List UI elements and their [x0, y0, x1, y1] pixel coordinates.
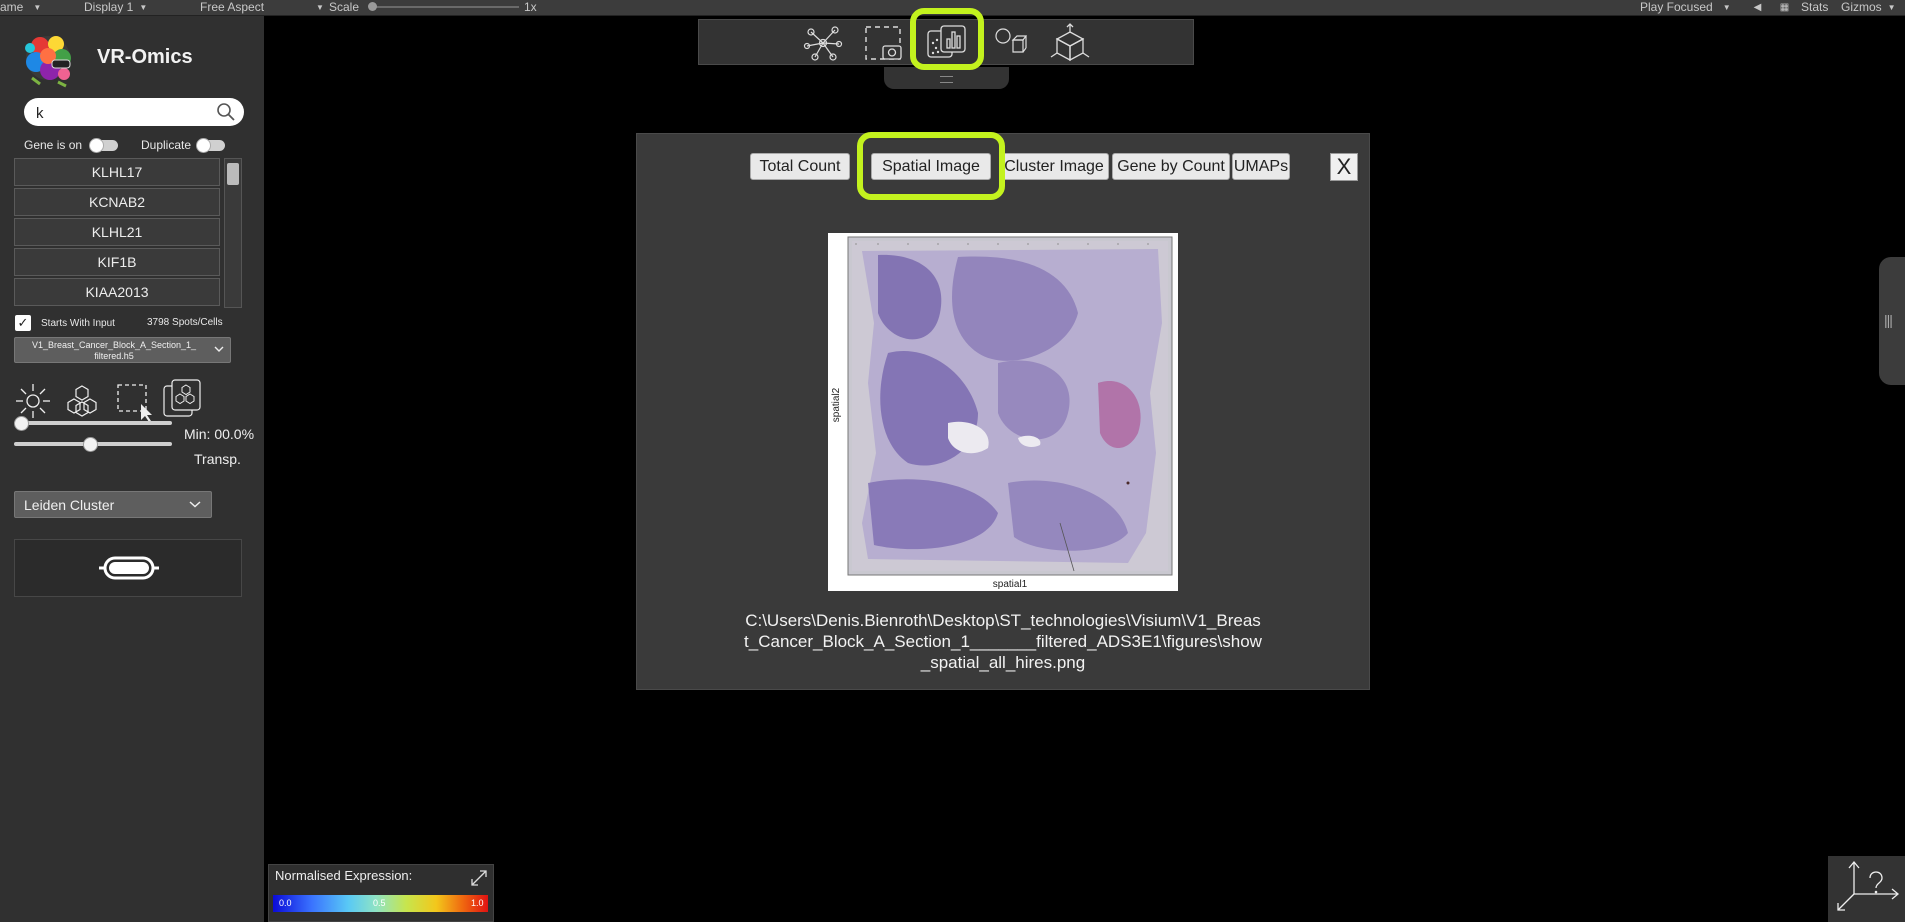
game-view-dropdown[interactable]: ame ▼	[0, 0, 41, 15]
gizmos-label: Gizmos	[1841, 0, 1882, 14]
close-button[interactable]: X	[1330, 153, 1358, 181]
sidebar: VR-Omics Gene is on Duplicate KLHL17 KCN…	[0, 16, 264, 922]
network-icon[interactable]	[803, 24, 843, 62]
gene-is-on-toggle[interactable]	[89, 138, 118, 153]
min-threshold-slider[interactable]	[14, 421, 172, 425]
gene-list-item[interactable]: KCNAB2	[14, 188, 220, 216]
starts-with-input-checkbox[interactable]: ✓	[15, 315, 31, 331]
hexagon-layers-icon[interactable]	[162, 378, 204, 418]
image-file-path: C:\Users\Denis.Bienroth\Desktop\ST_techn…	[727, 610, 1279, 673]
dataset-dropdown[interactable]: V1_Breast_Cancer_Block_A_Section_1_ filt…	[14, 337, 231, 363]
screenshot-icon[interactable]	[863, 24, 905, 62]
tab-cluster-image[interactable]: Cluster Image	[999, 153, 1109, 180]
scrollbar-thumb[interactable]	[227, 163, 239, 185]
spots-count: 3798 Spots/Cells	[147, 317, 223, 328]
shapes-icon[interactable]	[993, 26, 1027, 58]
chevron-down-icon: ▼	[1722, 3, 1731, 12]
toolbar-collapse-tab[interactable]	[884, 67, 1009, 89]
right-panel-handle[interactable]: |||	[1879, 257, 1905, 385]
game-view-label: ame	[0, 0, 24, 14]
legend-tick-min: 0.0	[279, 898, 292, 908]
display-dropdown[interactable]: Display 1 ▼	[84, 0, 147, 15]
plot-window: Total Count Spatial Image Cluster Image …	[636, 132, 1370, 690]
expression-color-scale: 0.0 0.5 1.0	[273, 895, 488, 912]
transparency-slider-handle[interactable]	[82, 437, 98, 452]
drag-handle-icon[interactable]: |||	[1884, 312, 1893, 328]
play-focused-dropdown[interactable]: Play Focused ▼	[1640, 0, 1731, 15]
display-label: Display 1	[84, 0, 134, 14]
aspect-label: Free Aspect	[200, 0, 265, 14]
scale-slider-handle[interactable]	[368, 2, 377, 11]
legend-tick-mid: 0.5	[373, 898, 386, 908]
expression-legend: Normalised Expression: 0.0 0.5 1.0	[268, 864, 494, 922]
legend-title: Normalised Expression:	[275, 868, 413, 883]
gene-list-item[interactable]: KLHL21	[14, 218, 220, 246]
toggle-knob	[89, 138, 104, 153]
gene-list-scrollbar[interactable]	[224, 158, 242, 308]
highlight-active-tab	[857, 132, 1005, 200]
gene-search-box[interactable]	[24, 98, 244, 126]
starts-with-input-label: Starts With Input	[41, 318, 115, 329]
app-title: VR-Omics	[97, 46, 193, 68]
file-path-line: C:\Users\Denis.Bienroth\Desktop\ST_techn…	[745, 611, 1261, 630]
light-icon[interactable]	[14, 382, 52, 420]
min-threshold-label: Min: 00.0%	[184, 426, 255, 442]
highlight-plots-button	[910, 8, 984, 70]
vr-mode-panel[interactable]	[14, 539, 242, 597]
chevron-down-icon	[214, 346, 224, 352]
cluster-dropdown[interactable]: Leiden Cluster	[14, 491, 212, 518]
chevron-down-icon: ▼	[316, 3, 324, 12]
gizmos-dropdown[interactable]: Gizmos ▼	[1841, 0, 1896, 15]
chevron-down-icon: ▼	[139, 3, 148, 12]
aspect-dropdown[interactable]: Free Aspect ▼	[200, 0, 324, 15]
gene-search-input[interactable]	[34, 101, 208, 125]
scale-slider-track[interactable]	[369, 6, 519, 8]
duplicate-toggle[interactable]	[196, 138, 225, 153]
chevron-down-icon: ▼	[1887, 3, 1896, 12]
vr-headset-icon[interactable]	[99, 553, 159, 583]
cube-icon[interactable]	[1049, 22, 1091, 64]
expand-icon[interactable]	[469, 868, 489, 888]
gene-list-item[interactable]: KIF1B	[14, 248, 220, 276]
file-path-line: _spatial_all_hires.png	[920, 653, 1086, 672]
drag-handle-icon[interactable]	[940, 76, 953, 83]
chevron-down-icon	[189, 501, 201, 508]
chevron-down-icon: ▼	[33, 3, 42, 12]
hexagon-cells-icon[interactable]	[63, 382, 101, 420]
spatial-image-plot: spatial2 spatial1	[828, 233, 1178, 591]
cluster-dropdown-label: Leiden Cluster	[24, 497, 115, 513]
stats-button[interactable]: Stats	[1801, 0, 1828, 14]
gene-list-item[interactable]: KIAA2013	[14, 278, 220, 306]
tab-umaps[interactable]: UMAPs	[1232, 153, 1290, 180]
gene-list-item[interactable]: KLHL17	[14, 158, 220, 186]
orientation-gizmo-icon[interactable]	[1828, 856, 1905, 922]
lasso-select-icon[interactable]	[115, 382, 157, 422]
dataset-label: V1_Breast_Cancer_Block_A_Section_1_ filt…	[31, 340, 197, 361]
scale-label: Scale	[329, 0, 360, 14]
gene-list: KLHL17 KCNAB2 KLHL21 KIF1B KIAA2013	[14, 158, 222, 308]
tab-gene-by-count[interactable]: Gene by Count	[1112, 153, 1230, 180]
min-threshold-slider-handle[interactable]	[14, 416, 29, 431]
search-icon[interactable]	[216, 102, 236, 122]
plot-x-axis-label: spatial1	[993, 579, 1028, 590]
tab-total-count[interactable]: Total Count	[750, 153, 850, 180]
toggle-knob	[196, 138, 211, 153]
duplicate-label: Duplicate	[141, 138, 192, 152]
mute-audio-icon[interactable]: ◀	[1751, 1, 1764, 13]
vr-omics-logo	[25, 36, 71, 88]
transparency-label: Transp.	[194, 451, 241, 467]
legend-tick-max: 1.0	[471, 898, 484, 908]
file-path-line: t_Cancer_Block_A_Section_1_______filtere…	[744, 632, 1262, 651]
grid-icon[interactable]: ▦	[1778, 1, 1791, 13]
play-focused-label: Play Focused	[1640, 0, 1713, 14]
scale-value: 1x	[524, 0, 537, 14]
plot-y-axis-label: spatial2	[831, 387, 842, 422]
gene-is-on-label: Gene is on	[24, 138, 83, 152]
